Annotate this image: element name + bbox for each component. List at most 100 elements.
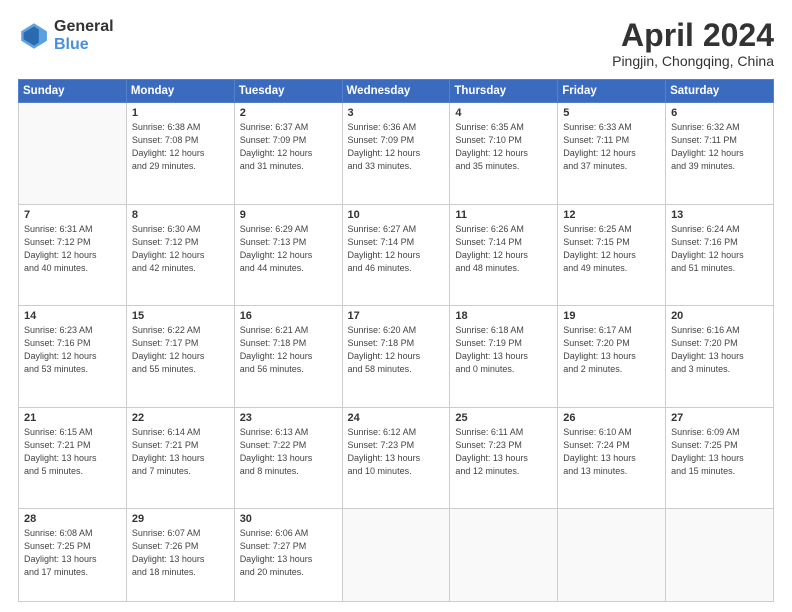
day-number: 20 bbox=[671, 310, 768, 322]
day-info: Sunrise: 6:07 AMSunset: 7:26 PMDaylight:… bbox=[132, 527, 229, 579]
calendar-cell: 9 Sunrise: 6:29 AMSunset: 7:13 PMDaylight… bbox=[234, 204, 342, 305]
subtitle: Pingjin, Chongqing, China bbox=[612, 53, 774, 69]
calendar-cell: 26 Sunrise: 6:10 AMSunset: 7:24 PMDayligh… bbox=[558, 407, 666, 508]
day-number: 11 bbox=[455, 209, 552, 221]
calendar-week-3: 14Sunrise: 6:23 AMSunset: 7:16 PMDayligh… bbox=[19, 306, 774, 407]
title-block: April 2024 Pingjin, Chongqing, China bbox=[612, 18, 774, 69]
calendar-cell: 19 Sunrise: 6:17 AMSunset: 7:20 PMDayligh… bbox=[558, 306, 666, 407]
calendar-cell: 5 Sunrise: 6:33 AMSunset: 7:11 PMDaylight… bbox=[558, 103, 666, 204]
weekday-header-friday: Friday bbox=[558, 80, 666, 103]
calendar-cell: 14Sunrise: 6:23 AMSunset: 7:16 PMDayligh… bbox=[19, 306, 127, 407]
day-info: Sunrise: 6:37 AMSunset: 7:09 PMDaylight:… bbox=[240, 121, 337, 173]
calendar-cell: 22 Sunrise: 6:14 AMSunset: 7:21 PMDayligh… bbox=[126, 407, 234, 508]
calendar-cell bbox=[450, 508, 558, 601]
weekday-header-thursday: Thursday bbox=[450, 80, 558, 103]
day-number: 1 bbox=[132, 107, 229, 119]
day-info: Sunrise: 6:35 AMSunset: 7:10 PMDaylight:… bbox=[455, 121, 552, 173]
calendar-week-2: 7 Sunrise: 6:31 AMSunset: 7:12 PMDaylight… bbox=[19, 204, 774, 305]
day-info: Sunrise: 6:33 AMSunset: 7:11 PMDaylight:… bbox=[563, 121, 660, 173]
calendar-cell: 11Sunrise: 6:26 AMSunset: 7:14 PMDayligh… bbox=[450, 204, 558, 305]
day-info: Sunrise: 6:20 AMSunset: 7:18 PMDaylight:… bbox=[348, 324, 445, 376]
day-number: 28 bbox=[24, 513, 121, 525]
calendar-cell: 17Sunrise: 6:20 AMSunset: 7:18 PMDayligh… bbox=[342, 306, 450, 407]
calendar-cell: 24 Sunrise: 6:12 AMSunset: 7:23 PMDayligh… bbox=[342, 407, 450, 508]
calendar-cell: 12Sunrise: 6:25 AMSunset: 7:15 PMDayligh… bbox=[558, 204, 666, 305]
day-number: 26 bbox=[563, 412, 660, 424]
weekday-header-sunday: Sunday bbox=[19, 80, 127, 103]
weekday-header-saturday: Saturday bbox=[666, 80, 774, 103]
calendar-cell: 2 Sunrise: 6:37 AMSunset: 7:09 PMDaylight… bbox=[234, 103, 342, 204]
day-info: Sunrise: 6:09 AMSunset: 7:25 PMDaylight:… bbox=[671, 426, 768, 478]
page: General Blue April 2024 Pingjin, Chongqi… bbox=[0, 0, 792, 612]
day-number: 21 bbox=[24, 412, 121, 424]
day-info: Sunrise: 6:14 AMSunset: 7:21 PMDaylight:… bbox=[132, 426, 229, 478]
calendar-cell: 30Sunrise: 6:06 AMSunset: 7:27 PMDayligh… bbox=[234, 508, 342, 601]
calendar-cell: 7 Sunrise: 6:31 AMSunset: 7:12 PMDaylight… bbox=[19, 204, 127, 305]
calendar-week-4: 21 Sunrise: 6:15 AMSunset: 7:21 PMDayligh… bbox=[19, 407, 774, 508]
weekday-header-tuesday: Tuesday bbox=[234, 80, 342, 103]
day-number: 23 bbox=[240, 412, 337, 424]
day-info: Sunrise: 6:08 AMSunset: 7:25 PMDaylight:… bbox=[24, 527, 121, 579]
calendar-cell: 23 Sunrise: 6:13 AMSunset: 7:22 PMDayligh… bbox=[234, 407, 342, 508]
weekday-header-row: SundayMondayTuesdayWednesdayThursdayFrid… bbox=[19, 80, 774, 103]
day-info: Sunrise: 6:27 AMSunset: 7:14 PMDaylight:… bbox=[348, 223, 445, 275]
day-info: Sunrise: 6:31 AMSunset: 7:12 PMDaylight:… bbox=[24, 223, 121, 275]
calendar-cell: 27 Sunrise: 6:09 AMSunset: 7:25 PMDayligh… bbox=[666, 407, 774, 508]
day-number: 9 bbox=[240, 209, 337, 221]
day-info: Sunrise: 6:15 AMSunset: 7:21 PMDaylight:… bbox=[24, 426, 121, 478]
day-number: 22 bbox=[132, 412, 229, 424]
day-info: Sunrise: 6:13 AMSunset: 7:22 PMDaylight:… bbox=[240, 426, 337, 478]
day-number: 19 bbox=[563, 310, 660, 322]
calendar-cell bbox=[558, 508, 666, 601]
calendar-cell: 3Sunrise: 6:36 AMSunset: 7:09 PMDaylight… bbox=[342, 103, 450, 204]
day-info: Sunrise: 6:12 AMSunset: 7:23 PMDaylight:… bbox=[348, 426, 445, 478]
calendar-cell: 6 Sunrise: 6:32 AMSunset: 7:11 PMDaylight… bbox=[666, 103, 774, 204]
calendar-week-5: 28 Sunrise: 6:08 AMSunset: 7:25 PMDayligh… bbox=[19, 508, 774, 601]
calendar-cell bbox=[19, 103, 127, 204]
calendar-week-1: 1 Sunrise: 6:38 AMSunset: 7:08 PMDaylight… bbox=[19, 103, 774, 204]
calendar-cell: 20 Sunrise: 6:16 AMSunset: 7:20 PMDayligh… bbox=[666, 306, 774, 407]
calendar-cell: 1 Sunrise: 6:38 AMSunset: 7:08 PMDaylight… bbox=[126, 103, 234, 204]
day-number: 27 bbox=[671, 412, 768, 424]
calendar-cell bbox=[342, 508, 450, 601]
day-info: Sunrise: 6:21 AMSunset: 7:18 PMDaylight:… bbox=[240, 324, 337, 376]
day-info: Sunrise: 6:29 AMSunset: 7:13 PMDaylight:… bbox=[240, 223, 337, 275]
day-number: 13 bbox=[671, 209, 768, 221]
logo-icon bbox=[18, 20, 50, 52]
calendar-cell: 18Sunrise: 6:18 AMSunset: 7:19 PMDayligh… bbox=[450, 306, 558, 407]
day-number: 15 bbox=[132, 310, 229, 322]
day-info: Sunrise: 6:32 AMSunset: 7:11 PMDaylight:… bbox=[671, 121, 768, 173]
day-info: Sunrise: 6:36 AMSunset: 7:09 PMDaylight:… bbox=[348, 121, 445, 173]
day-info: Sunrise: 6:23 AMSunset: 7:16 PMDaylight:… bbox=[24, 324, 121, 376]
calendar-body: 1 Sunrise: 6:38 AMSunset: 7:08 PMDaylight… bbox=[19, 103, 774, 602]
day-info: Sunrise: 6:17 AMSunset: 7:20 PMDaylight:… bbox=[563, 324, 660, 376]
day-number: 6 bbox=[671, 107, 768, 119]
day-number: 5 bbox=[563, 107, 660, 119]
day-number: 24 bbox=[348, 412, 445, 424]
calendar-cell: 28 Sunrise: 6:08 AMSunset: 7:25 PMDayligh… bbox=[19, 508, 127, 601]
logo-blue: Blue bbox=[54, 36, 114, 54]
day-info: Sunrise: 6:11 AMSunset: 7:23 PMDaylight:… bbox=[455, 426, 552, 478]
day-number: 25 bbox=[455, 412, 552, 424]
day-info: Sunrise: 6:24 AMSunset: 7:16 PMDaylight:… bbox=[671, 223, 768, 275]
weekday-header-monday: Monday bbox=[126, 80, 234, 103]
day-number: 12 bbox=[563, 209, 660, 221]
calendar-cell bbox=[666, 508, 774, 601]
day-info: Sunrise: 6:38 AMSunset: 7:08 PMDaylight:… bbox=[132, 121, 229, 173]
day-info: Sunrise: 6:10 AMSunset: 7:24 PMDaylight:… bbox=[563, 426, 660, 478]
calendar-cell: 25 Sunrise: 6:11 AMSunset: 7:23 PMDayligh… bbox=[450, 407, 558, 508]
day-number: 2 bbox=[240, 107, 337, 119]
day-number: 8 bbox=[132, 209, 229, 221]
day-number: 16 bbox=[240, 310, 337, 322]
calendar-cell: 10Sunrise: 6:27 AMSunset: 7:14 PMDayligh… bbox=[342, 204, 450, 305]
day-number: 18 bbox=[455, 310, 552, 322]
weekday-header-wednesday: Wednesday bbox=[342, 80, 450, 103]
day-number: 7 bbox=[24, 209, 121, 221]
calendar-cell: 15Sunrise: 6:22 AMSunset: 7:17 PMDayligh… bbox=[126, 306, 234, 407]
calendar-cell: 8 Sunrise: 6:30 AMSunset: 7:12 PMDaylight… bbox=[126, 204, 234, 305]
calendar-table: SundayMondayTuesdayWednesdayThursdayFrid… bbox=[18, 79, 774, 602]
calendar-header: SundayMondayTuesdayWednesdayThursdayFrid… bbox=[19, 80, 774, 103]
day-info: Sunrise: 6:16 AMSunset: 7:20 PMDaylight:… bbox=[671, 324, 768, 376]
logo-text: General Blue bbox=[54, 18, 114, 53]
day-info: Sunrise: 6:30 AMSunset: 7:12 PMDaylight:… bbox=[132, 223, 229, 275]
